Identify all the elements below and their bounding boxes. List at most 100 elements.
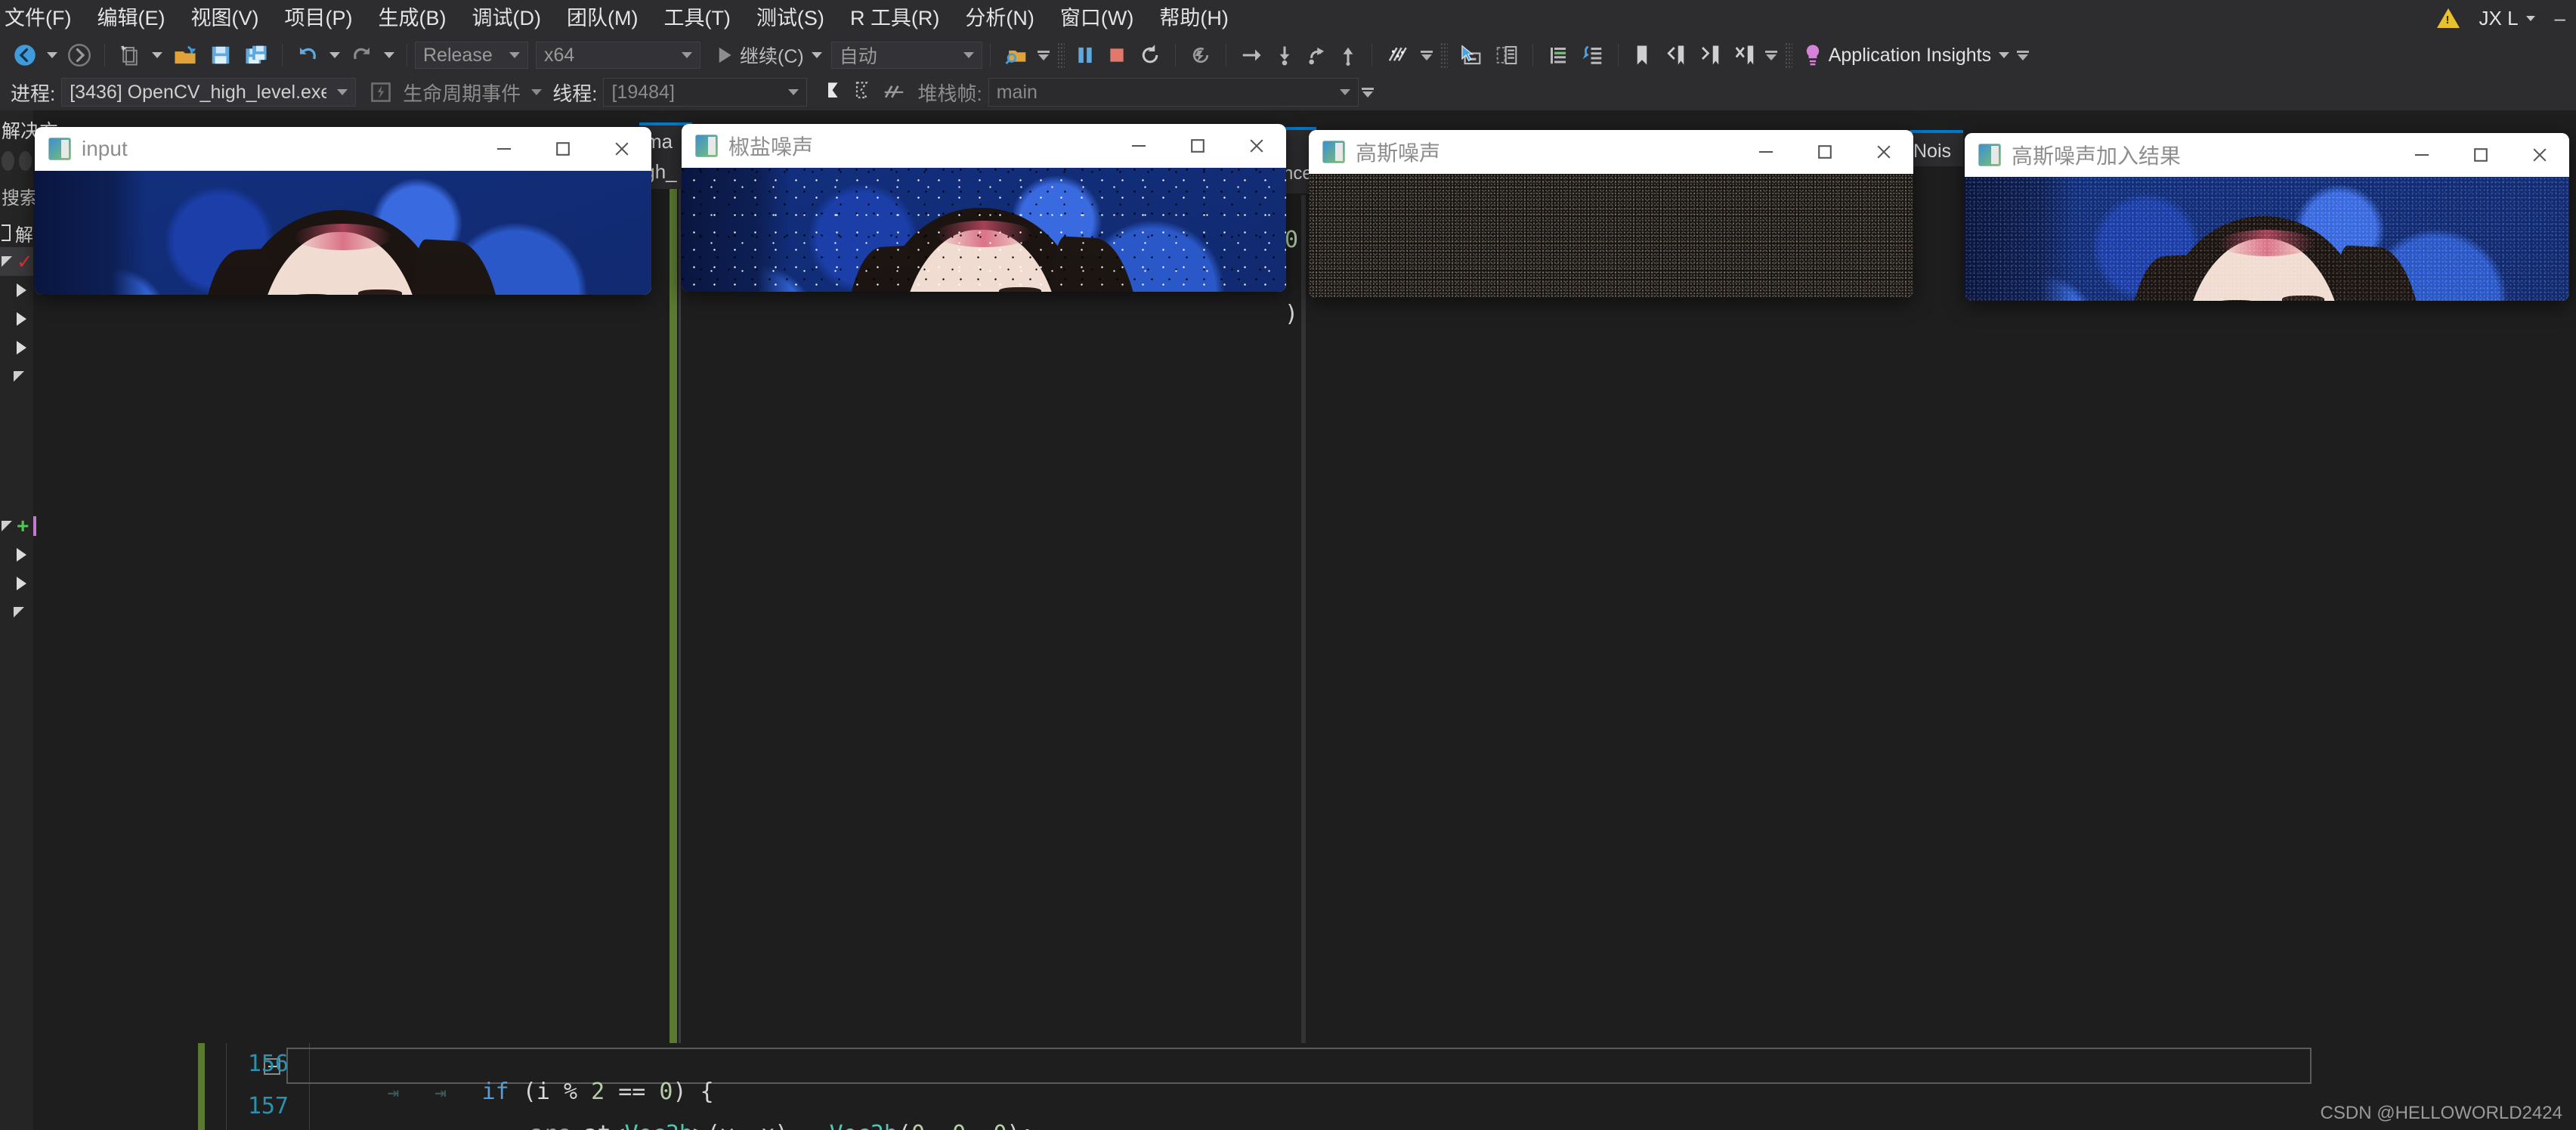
menu-item-tools[interactable]: 工具(T): [651, 0, 743, 36]
new-file-dropdown-icon[interactable]: [152, 52, 162, 58]
expander-icon[interactable]: [2, 256, 12, 267]
debugbar-overflow-icon[interactable]: [1362, 88, 1374, 98]
undo-dropdown-icon[interactable]: [329, 52, 340, 58]
pause-icon[interactable]: [1069, 40, 1101, 70]
tree-item-solution[interactable]: 解: [0, 218, 33, 247]
expander-icon[interactable]: [17, 577, 26, 590]
threads-overflow-icon[interactable]: [1421, 51, 1433, 60]
menu-item-rtools[interactable]: R 工具(R): [837, 0, 952, 36]
toolbar-grip[interactable]: [1057, 42, 1065, 68]
solution-platform-select[interactable]: x64: [536, 42, 700, 69]
minimize-icon[interactable]: –: [2555, 7, 2565, 30]
bookmark-prev-icon[interactable]: [1658, 40, 1693, 70]
step-into-icon[interactable]: [1269, 40, 1300, 70]
lifecycle-dropdown-icon[interactable]: [531, 89, 542, 95]
editor-tab-noise[interactable]: Nois: [1910, 130, 1963, 166]
stackframe-select[interactable]: main: [988, 78, 1359, 107]
user-account[interactable]: JX L: [2479, 7, 2535, 30]
step-over-icon[interactable]: [1234, 40, 1269, 70]
tree-item-4[interactable]: [0, 362, 33, 391]
code-line-157[interactable]: ⇥ ⇥ ⇥ src.at<Vec3b>(y, x) = Vec3b(0, 0, …: [305, 1094, 1034, 1130]
tree-item-2[interactable]: [0, 305, 33, 333]
expander-icon[interactable]: [17, 341, 26, 354]
continue-button-label[interactable]: 继续(C): [740, 42, 807, 69]
maximize-icon[interactable]: [1795, 130, 1854, 174]
toolbar-grip-2[interactable]: [1440, 42, 1448, 68]
minimize-icon[interactable]: [1736, 130, 1795, 174]
bookmark-next-icon[interactable]: [1693, 40, 1727, 70]
hot-reload-icon[interactable]: [1183, 40, 1218, 70]
menu-item-help[interactable]: 帮助(H): [1146, 0, 1241, 36]
window-title-bar[interactable]: 高斯噪声加入结果: [1965, 133, 2569, 177]
lightbulb-icon[interactable]: [1797, 40, 1829, 70]
menu-item-view[interactable]: 视图(V): [178, 0, 271, 36]
window-title-bar[interactable]: 椒盐噪声: [682, 124, 1286, 168]
close-icon[interactable]: [1227, 124, 1286, 168]
redo-dropdown-icon[interactable]: [384, 52, 394, 58]
maximize-icon[interactable]: [2451, 133, 2510, 177]
redo-icon[interactable]: [345, 40, 379, 70]
code-editor[interactable]: 156 157 ⇥ ⇥ if (i % 2 == 0) { ⇥ ⇥ ⇥ src.…: [33, 1043, 2576, 1130]
bookmark-clear-icon[interactable]: [1727, 40, 1762, 70]
expander-icon[interactable]: [17, 548, 26, 562]
maximize-icon[interactable]: [1168, 124, 1227, 168]
expander-icon[interactable]: [17, 312, 26, 326]
list-blue-icon[interactable]: [1576, 40, 1610, 70]
warning-triangle-icon[interactable]: [2437, 8, 2460, 28]
pointer-window-icon[interactable]: [1452, 40, 1489, 70]
thread-select[interactable]: [19484]: [603, 78, 807, 107]
menu-item-test[interactable]: 测试(S): [744, 0, 837, 36]
step-out-icon[interactable]: [1300, 40, 1332, 70]
menu-item-window[interactable]: 窗口(W): [1047, 0, 1146, 36]
window-title-bar[interactable]: 高斯噪声: [1309, 130, 1913, 174]
menu-item-team[interactable]: 团队(M): [554, 0, 651, 36]
menu-item-file[interactable]: 文件(F): [0, 0, 84, 36]
flag-icon[interactable]: [819, 77, 848, 107]
zigzag-icon[interactable]: [877, 77, 911, 107]
close-icon[interactable]: [2510, 133, 2569, 177]
tree-item-1[interactable]: [0, 276, 33, 305]
back-arrow-icon[interactable]: [8, 40, 42, 70]
expander-icon[interactable]: [14, 371, 24, 382]
window-title-bar[interactable]: input: [35, 127, 651, 171]
expander-icon[interactable]: [17, 283, 26, 297]
toolbar-grip-3[interactable]: [1785, 42, 1792, 68]
step-up-icon[interactable]: [1332, 40, 1364, 70]
menu-item-build[interactable]: 生成(B): [365, 0, 459, 36]
maximize-icon[interactable]: [533, 127, 592, 171]
back-arrow-icon[interactable]: [2, 151, 14, 171]
tree-item-project-2[interactable]: +: [0, 512, 33, 540]
continue-play-icon[interactable]: [710, 40, 740, 70]
menu-item-debug[interactable]: 调试(D): [459, 0, 553, 36]
list-green-icon[interactable]: [1541, 40, 1576, 70]
tree-item-project[interactable]: ✓: [0, 247, 33, 276]
menu-item-analyze[interactable]: 分析(N): [952, 0, 1047, 36]
threads-icon[interactable]: [1380, 40, 1418, 70]
expander-icon[interactable]: [14, 607, 24, 618]
minimize-icon[interactable]: [475, 127, 533, 171]
opencv-window-salt-pepper[interactable]: 椒盐噪声: [682, 124, 1286, 292]
stop-icon[interactable]: [1101, 40, 1133, 70]
attach-overflow-icon[interactable]: [1038, 51, 1050, 60]
copy-panel-icon[interactable]: [1489, 40, 1525, 70]
restart-icon[interactable]: [1133, 40, 1167, 70]
continue-dropdown-icon[interactable]: [812, 52, 822, 58]
menu-item-edit[interactable]: 编辑(E): [84, 0, 178, 36]
menu-item-project[interactable]: 项目(P): [271, 0, 365, 36]
save-all-icon[interactable]: [238, 40, 274, 70]
attach-process-icon[interactable]: [998, 40, 1034, 70]
application-insights-label[interactable]: Application Insights: [1829, 45, 1994, 67]
debug-attach-select[interactable]: 自动: [831, 42, 982, 69]
open-folder-icon[interactable]: [167, 40, 203, 70]
save-icon[interactable]: [203, 40, 238, 70]
forward-arrow-icon[interactable]: [62, 40, 97, 70]
opencv-window-gaussian-noise[interactable]: 高斯噪声: [1309, 130, 1913, 298]
close-icon[interactable]: [1854, 130, 1913, 174]
process-select[interactable]: [3436] OpenCV_high_level.exe: [61, 78, 356, 107]
solution-configuration-select[interactable]: Release: [415, 42, 528, 69]
insights-overflow-icon[interactable]: [2017, 51, 2029, 60]
tree-item-6[interactable]: [0, 569, 33, 598]
opencv-window-input[interactable]: input: [35, 127, 651, 295]
back-dropdown-icon[interactable]: [47, 52, 57, 58]
new-file-icon[interactable]: [113, 40, 147, 70]
